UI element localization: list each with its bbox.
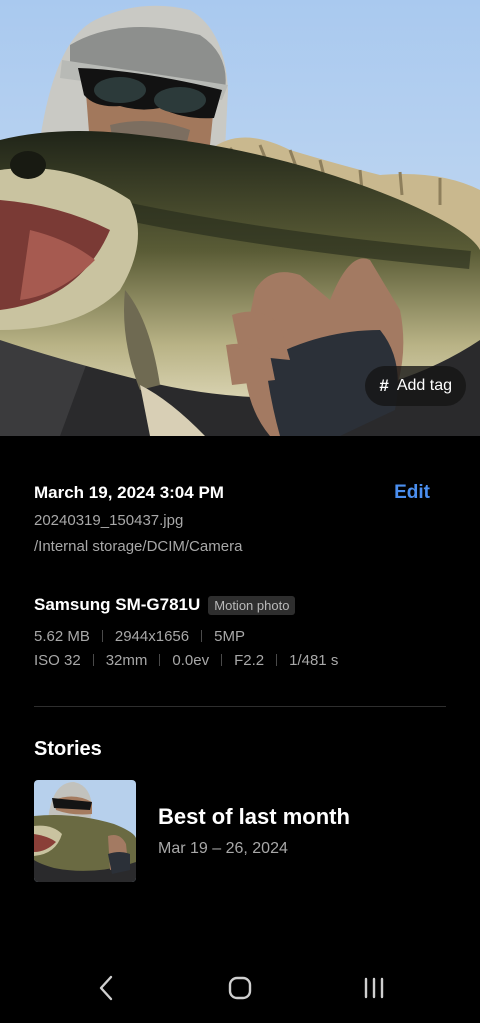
meta-separator [159, 654, 161, 666]
photo-path: /Internal storage/DCIM/Camera [34, 538, 243, 555]
meta-separator [201, 630, 203, 642]
device-name: Samsung SM-G781U [34, 595, 201, 614]
shutter-speed: 1/481 s [289, 651, 339, 669]
add-tag-button[interactable]: # Add tag [365, 366, 466, 406]
story-title: Best of last month [158, 804, 350, 829]
add-tag-label: Add tag [396, 377, 452, 394]
motion-photo-badge: Motion photo [208, 595, 296, 615]
story-thumbnail [34, 780, 136, 882]
aperture: F2.2 [234, 651, 265, 669]
photo-viewer[interactable]: # Add tag [0, 0, 480, 436]
file-meta-row: 5.62 MB 2944x1656 5MP [34, 624, 446, 648]
camera-meta-row: ISO 32 32mm 0.0ev F2.2 1/481 s [34, 648, 446, 672]
photo-datetime: March 19, 2024 3:04 PM [34, 483, 224, 502]
story-item[interactable]: Best of last month Mar 19 – 26, 2024 [34, 780, 446, 882]
photo-filename: 20240319_150437.jpg [34, 512, 184, 529]
photo-details-panel: March 19, 2024 3:04 PM Edit 20240319_150… [34, 482, 446, 672]
iso: ISO 32 [34, 651, 81, 669]
story-date-range: Mar 19 – 26, 2024 [158, 840, 288, 857]
meta-separator [276, 654, 278, 666]
story-text: Best of last month Mar 19 – 26, 2024 [158, 804, 350, 858]
meta-separator [221, 654, 223, 666]
back-icon[interactable] [86, 972, 126, 1004]
system-navigation-bar [0, 960, 480, 1016]
meta-separator [92, 654, 94, 666]
resolution: 2944x1656 [114, 627, 190, 645]
megapixels: 5MP [214, 627, 245, 645]
hashtag-icon: # [379, 376, 389, 395]
file-size: 5.62 MB [34, 627, 90, 645]
edit-button[interactable]: Edit [394, 482, 430, 504]
home-icon[interactable] [220, 972, 260, 1004]
exposure-value: 0.0ev [172, 651, 210, 669]
section-divider [34, 706, 446, 707]
stories-heading: Stories [34, 738, 102, 760]
recent-apps-icon[interactable] [354, 972, 394, 1004]
meta-separator [101, 630, 103, 642]
focal-length: 32mm [105, 651, 148, 669]
